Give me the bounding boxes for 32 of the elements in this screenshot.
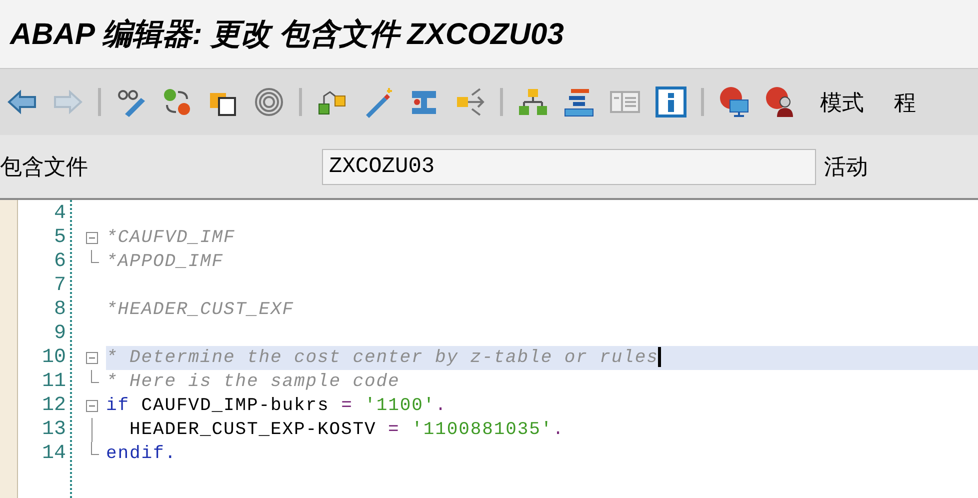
stop-sign-monitor-icon[interactable]	[718, 86, 750, 118]
line-number: 10	[40, 346, 66, 370]
line-number: 4	[52, 202, 66, 226]
line-number: 9	[52, 322, 66, 346]
toolbar-button[interactable]: 模式	[820, 86, 864, 118]
line-number: 12	[40, 394, 66, 418]
hierarchy-icon[interactable]	[517, 86, 549, 118]
line-number: 6	[52, 250, 66, 274]
collapse-icon[interactable]	[86, 400, 98, 412]
collapse-icon[interactable]	[86, 352, 98, 364]
line-number: 7	[52, 274, 66, 298]
line-number: 5	[52, 226, 66, 250]
line-number: 13	[40, 418, 66, 442]
status-label: 活动	[824, 153, 868, 181]
export-arrows-icon[interactable]	[454, 86, 486, 118]
field-label: 包含文件	[0, 153, 89, 181]
fold-end-line	[91, 370, 99, 383]
window-title: ABAP 编辑器: 更改 包含文件 ZXCOZU03	[10, 16, 564, 52]
info-icon[interactable]	[655, 86, 687, 118]
fold-end-line	[91, 250, 99, 263]
line-number: 11	[40, 370, 66, 394]
stop-sign-person-icon[interactable]	[764, 86, 796, 118]
line-number: 8	[52, 298, 66, 322]
program-name-field[interactable]: ZXCOZU03	[322, 148, 816, 184]
stacked-lines-icon[interactable]	[563, 86, 595, 118]
fold-end-line	[91, 442, 99, 455]
spiral-icon[interactable]	[253, 86, 285, 118]
fold-line	[91, 418, 93, 442]
swap-circles-icon[interactable]	[161, 86, 193, 118]
toolbar-button[interactable]: 程	[894, 86, 916, 118]
collapse-icon[interactable]	[86, 232, 98, 244]
line-number: 14	[40, 442, 66, 466]
